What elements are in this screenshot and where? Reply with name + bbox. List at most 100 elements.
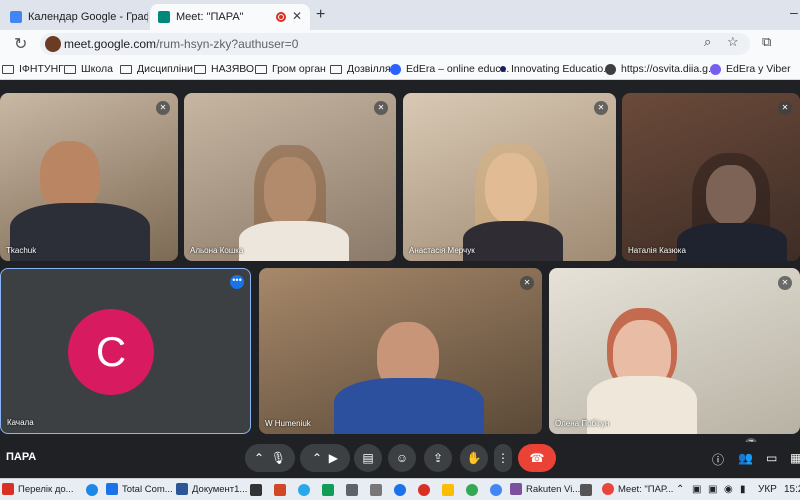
app-icon[interactable]: [580, 484, 592, 496]
address-bar[interactable]: meet.google.com/rum-hsyn-zky?authuser=0: [40, 33, 750, 55]
site-info-icon[interactable]: [45, 36, 61, 52]
extensions-icon[interactable]: ⧉: [762, 34, 771, 50]
input-language[interactable]: УКР: [758, 484, 777, 495]
bookmark-folder[interactable]: Дозвілля: [330, 63, 391, 75]
chat-icon[interactable]: ▭: [766, 451, 777, 465]
chevron-up-icon[interactable]: ⌃: [254, 451, 264, 465]
app-icon[interactable]: [86, 484, 98, 496]
more-vert-icon: ⋮: [497, 451, 509, 465]
app-icon[interactable]: [346, 484, 358, 496]
mic-off-icon: ✕: [594, 101, 608, 115]
bookmark-folder[interactable]: Школа: [64, 63, 113, 75]
mic-off-icon: ✕: [156, 101, 170, 115]
emoji-icon: ☺: [395, 451, 409, 465]
taskbar-label: Перелік до...: [18, 483, 74, 495]
app-icon[interactable]: [418, 484, 430, 496]
folder-icon: [2, 64, 14, 74]
close-tab-icon[interactable]: ✕: [292, 9, 302, 23]
raise-hand-button[interactable]: ✋: [460, 444, 488, 472]
participant-tile[interactable]: ✕ Альона Кошка: [184, 93, 396, 261]
more-options-button[interactable]: ⋮: [494, 444, 512, 472]
activities-icon[interactable]: ▦: [790, 451, 800, 465]
tab-google-calendar[interactable]: Календар Google - Графік поч: [2, 4, 148, 30]
bookmark-label: EdEra – online educ...: [406, 63, 510, 75]
folder-icon: [255, 64, 267, 74]
participant-name: W Humeniuk: [265, 419, 311, 428]
total-commander-icon: [106, 483, 118, 495]
taskbar-label: Rakuten Vi...: [526, 483, 581, 495]
rakuten-viber-icon: [510, 483, 522, 495]
tray-app-icon[interactable]: ◉: [724, 484, 733, 495]
bookmark-folder[interactable]: ІФНТУНГ: [2, 63, 64, 75]
people-icon[interactable]: 👥: [738, 451, 753, 465]
present-button[interactable]: ⇪: [424, 444, 452, 472]
url-host: meet.google.com: [64, 37, 157, 51]
app-icon[interactable]: [466, 484, 478, 496]
taskbar-item[interactable]: Total Com...: [106, 483, 173, 495]
bookmark-label: НАЗЯВО: [211, 63, 255, 75]
bookmarks-bar: ІФНТУНГ Школа Дисципліни НАЗЯВО Гром орг…: [0, 58, 800, 80]
powerpoint-icon[interactable]: [274, 484, 286, 496]
tab-title: Meet: "ПАРА": [176, 11, 244, 23]
captions-button[interactable]: ▤: [354, 444, 382, 472]
tab-meet[interactable]: Meet: "ПАРА" ✕: [150, 4, 310, 30]
participant-tile[interactable]: ✕ Tkachuk: [0, 93, 178, 261]
bookmark-link[interactable]: https://osvita.diia.g...: [605, 63, 717, 75]
bookmark-folder[interactable]: НАЗЯВО: [194, 63, 254, 75]
tray-app-icon[interactable]: ▣: [692, 484, 701, 495]
info-icon[interactable]: ⓘ: [712, 451, 724, 468]
mic-button[interactable]: ⌃ 🎙: [245, 444, 295, 472]
meet-stage: ✕ Tkachuk ✕ Альона Кошка ✕ Анастасія Мер…: [0, 80, 800, 500]
explorer-icon[interactable]: [442, 484, 454, 496]
folder-icon: [64, 64, 76, 74]
participant-tile[interactable]: ✕ Наталія Казюка: [622, 93, 800, 261]
bookmark-link[interactable]: Innovating Educatio...: [500, 63, 612, 75]
participant-tile[interactable]: ✕ Олена Побігун: [549, 268, 800, 434]
battery-icon[interactable]: ▮: [740, 484, 746, 495]
participant-tile-avatar[interactable]: C ••• Качала: [0, 268, 251, 434]
zoom-icon[interactable]: [394, 484, 406, 496]
app-icon[interactable]: [250, 484, 262, 496]
app-icon[interactable]: [490, 484, 502, 496]
taskbar-item[interactable]: Meet: "ПАР...: [602, 483, 673, 495]
more-options-icon[interactable]: •••: [230, 275, 244, 289]
taskbar-item[interactable]: Документ1...: [176, 483, 247, 495]
bookmark-star-icon[interactable]: ☆: [727, 34, 739, 50]
clock[interactable]: 15:2: [784, 484, 800, 495]
bookmark-label: ІФНТУНГ: [19, 63, 64, 75]
participant-tile[interactable]: ✕ W Humeniuk: [259, 268, 542, 434]
mic-off-icon: ✕: [374, 101, 388, 115]
tray-chevron-icon[interactable]: ⌃: [676, 484, 684, 495]
camera-button[interactable]: ⌃ ▶: [300, 444, 350, 472]
participant-name: Наталія Казюка: [628, 246, 686, 255]
camera-app-icon[interactable]: [370, 484, 382, 496]
folder-icon: [330, 64, 342, 74]
camera-icon: ▶: [328, 451, 338, 465]
reload-icon[interactable]: ↻: [14, 34, 27, 54]
app-icon[interactable]: [322, 484, 334, 496]
participant-video: [677, 223, 787, 261]
taskbar-item[interactable]: Перелік до...: [2, 483, 74, 495]
bookmark-folder[interactable]: Гром орган: [255, 63, 326, 75]
tab-title: Календар Google - Графік поч: [28, 11, 148, 23]
participant-tile[interactable]: ✕ Анастасія Мерчук: [403, 93, 616, 261]
tray-app-icon[interactable]: ▣: [708, 484, 717, 495]
hand-icon: ✋: [466, 451, 482, 465]
taskbar-item[interactable]: Rakuten Vi...: [510, 483, 580, 495]
zoom-icon[interactable]: ⌕: [704, 34, 711, 50]
bookmark-link[interactable]: EdEra – online educ...: [390, 63, 509, 75]
bookmark-folder[interactable]: Дисципліни: [120, 63, 193, 75]
participant-video: [40, 141, 100, 211]
emoji-button[interactable]: ☺: [388, 444, 416, 472]
mic-off-icon: ✕: [778, 101, 792, 115]
leave-call-button[interactable]: ☎: [518, 444, 556, 472]
taskbar-label: Total Com...: [122, 483, 173, 495]
bookmark-label: Дисципліни: [137, 63, 193, 75]
minimize-icon[interactable]: –: [790, 4, 798, 20]
chevron-up-icon[interactable]: ⌃: [312, 451, 322, 465]
bookmark-link[interactable]: EdEra у Viber: [710, 63, 791, 75]
new-tab-button[interactable]: +: [316, 6, 325, 24]
participant-video: [334, 378, 484, 434]
telegram-icon[interactable]: [298, 484, 310, 496]
present-icon: ⇪: [432, 451, 444, 465]
